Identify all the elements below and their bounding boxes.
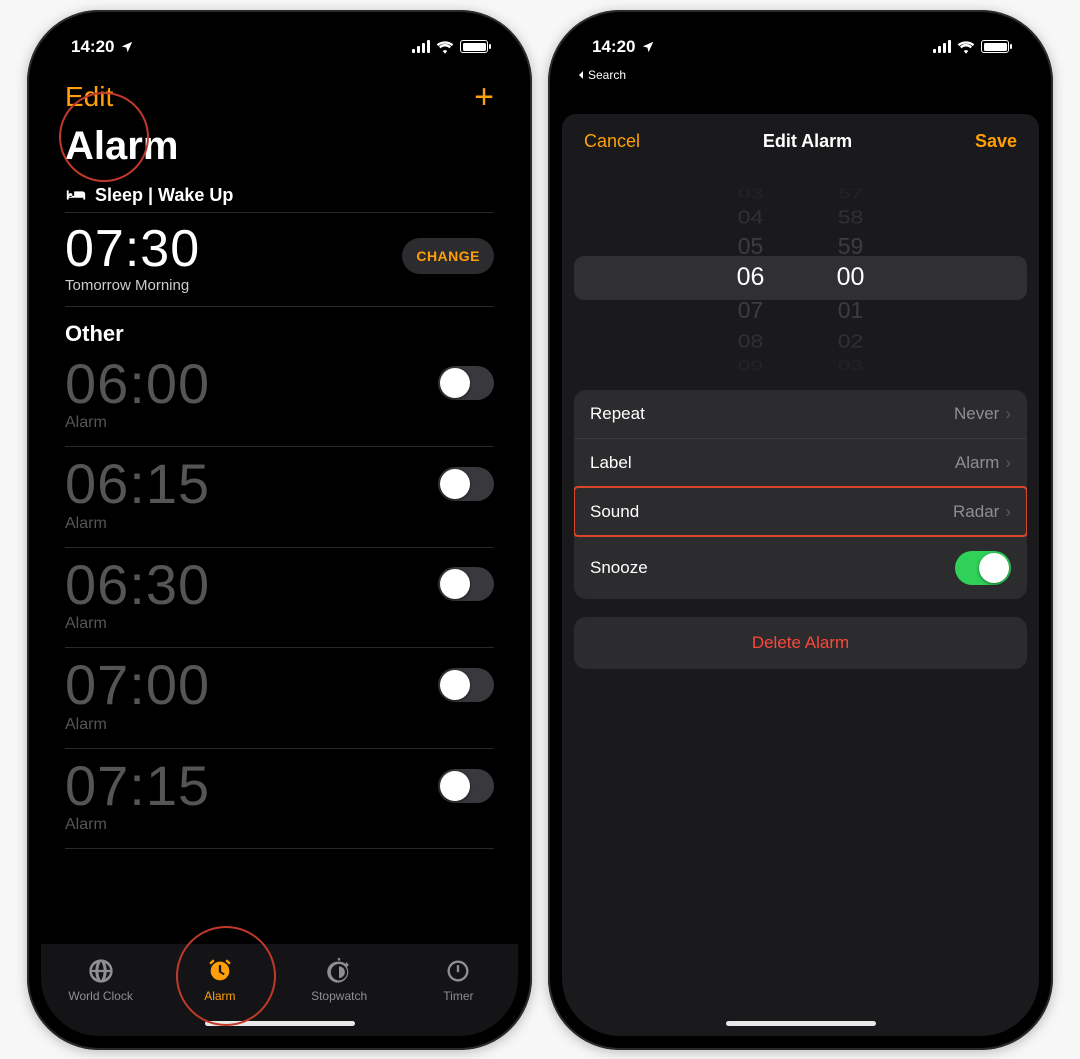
alarm-toggle[interactable] — [438, 567, 494, 601]
edit-alarm-sheet: Cancel Edit Alarm Save 0357 0458 0559 06… — [562, 114, 1039, 1036]
page-title: Alarm — [41, 124, 518, 175]
alarm-time: 07:15 — [65, 755, 210, 817]
setting-label-row[interactable]: Label Alarm › — [574, 438, 1027, 487]
tab-stopwatch[interactable]: Stopwatch — [280, 944, 399, 1016]
sheet-title: Edit Alarm — [763, 131, 852, 152]
alarm-toggle[interactable] — [438, 467, 494, 501]
phone-frame-right: 14:20 Search Cancel Edit Alarm Save — [548, 10, 1053, 1050]
status-time: 14:20 — [592, 37, 635, 57]
alarm-row[interactable]: 06:00 Alarm — [65, 347, 494, 448]
alarm-label: Alarm — [65, 515, 494, 547]
alarm-row[interactable]: 07:15 Alarm — [65, 749, 494, 850]
status-icons — [933, 40, 1009, 54]
picker-minute-selected: 00 — [826, 263, 876, 292]
phone-frame-left: 14:20 Edit + Alarm Sleep | Wake Up 07:30 — [27, 10, 532, 1050]
alarm-label: Alarm — [65, 716, 494, 748]
cancel-button[interactable]: Cancel — [584, 131, 640, 152]
chevron-right-icon: › — [1005, 453, 1011, 473]
save-button[interactable]: Save — [975, 131, 1017, 152]
battery-icon — [460, 40, 488, 53]
alarm-clock-icon — [206, 957, 234, 985]
setting-value: Never — [954, 404, 999, 424]
wifi-icon — [957, 40, 975, 54]
sleep-wake-row: 07:30 Tomorrow Morning CHANGE — [41, 213, 518, 306]
setting-value: Radar — [953, 502, 999, 522]
sleep-section-header: Sleep | Wake Up — [41, 175, 518, 212]
bed-icon — [65, 187, 87, 203]
tab-alarm[interactable]: Alarm — [160, 944, 279, 1016]
tab-timer[interactable]: Timer — [399, 944, 518, 1016]
chevron-right-icon: › — [1005, 404, 1011, 424]
sheet-nav: Cancel Edit Alarm Save — [562, 114, 1039, 170]
cellular-icon — [412, 40, 430, 53]
alarm-label: Alarm — [65, 816, 494, 848]
setting-label: Label — [590, 453, 632, 473]
chevron-right-icon: › — [1005, 502, 1011, 522]
setting-label: Sound — [590, 502, 639, 522]
delete-alarm-button[interactable]: Delete Alarm — [574, 617, 1027, 669]
tab-label: World Clock — [68, 989, 132, 1003]
status-icons — [412, 40, 488, 54]
screen-edit-alarm: 14:20 Search Cancel Edit Alarm Save — [562, 24, 1039, 1036]
wifi-icon — [436, 40, 454, 54]
alarm-label: Alarm — [65, 414, 494, 446]
other-section-title: Other — [41, 307, 518, 347]
alarm-toggle[interactable] — [438, 668, 494, 702]
add-alarm-button[interactable]: + — [474, 80, 494, 114]
alarm-row[interactable]: 06:15 Alarm — [65, 447, 494, 548]
snooze-toggle[interactable] — [955, 551, 1011, 585]
screen-alarm-list: 14:20 Edit + Alarm Sleep | Wake Up 07:30 — [41, 24, 518, 1036]
setting-sound[interactable]: Sound Radar › — [574, 487, 1027, 536]
nav-bar: Edit + — [41, 70, 518, 124]
setting-label: Snooze — [590, 558, 648, 578]
notch — [185, 24, 375, 54]
alarm-time: 06:00 — [65, 353, 210, 415]
setting-repeat[interactable]: Repeat Never › — [574, 390, 1027, 438]
setting-label: Repeat — [590, 404, 645, 424]
alarm-time: 07:00 — [65, 654, 210, 716]
location-icon — [641, 40, 655, 54]
time-picker[interactable]: 0357 0458 0559 0600 0701 0802 0903 — [562, 178, 1039, 378]
globe-icon — [87, 957, 115, 985]
back-label: Search — [588, 68, 626, 82]
chevron-left-icon — [576, 70, 586, 80]
alarm-label: Alarm — [65, 615, 494, 647]
tab-label: Stopwatch — [311, 989, 367, 1003]
edit-button[interactable]: Edit — [65, 81, 113, 113]
tab-label: Timer — [443, 989, 473, 1003]
alarm-row[interactable]: 06:30 Alarm — [65, 548, 494, 649]
status-time: 14:20 — [71, 37, 114, 57]
timer-icon — [444, 957, 472, 985]
back-to-search[interactable]: Search — [562, 68, 1039, 84]
setting-snooze: Snooze — [574, 536, 1027, 599]
picker-hour-selected: 06 — [726, 263, 776, 292]
home-indicator[interactable] — [205, 1021, 355, 1026]
alarm-settings-list: Repeat Never› Label Alarm› Sound Radar› … — [574, 390, 1027, 599]
tab-world-clock[interactable]: World Clock — [41, 944, 160, 1016]
stopwatch-icon — [325, 957, 353, 985]
location-icon — [120, 40, 134, 54]
home-indicator[interactable] — [726, 1021, 876, 1026]
alarm-toggle[interactable] — [438, 769, 494, 803]
change-button[interactable]: CHANGE — [402, 238, 494, 274]
cellular-icon — [933, 40, 951, 53]
tab-label: Alarm — [204, 989, 235, 1003]
sleep-wake-subtitle: Tomorrow Morning — [65, 277, 200, 294]
setting-value: Alarm — [955, 453, 999, 473]
alarm-time: 06:30 — [65, 554, 210, 616]
alarm-list: 06:00 Alarm 06:15 Alarm 06:30 Alarm — [41, 347, 518, 850]
sleep-wake-time: 07:30 — [65, 219, 200, 279]
alarm-time: 06:15 — [65, 453, 210, 515]
alarm-toggle[interactable] — [438, 366, 494, 400]
battery-icon — [981, 40, 1009, 53]
alarm-row[interactable]: 07:00 Alarm — [65, 648, 494, 749]
notch — [706, 24, 896, 54]
sleep-section-label: Sleep | Wake Up — [95, 185, 233, 206]
